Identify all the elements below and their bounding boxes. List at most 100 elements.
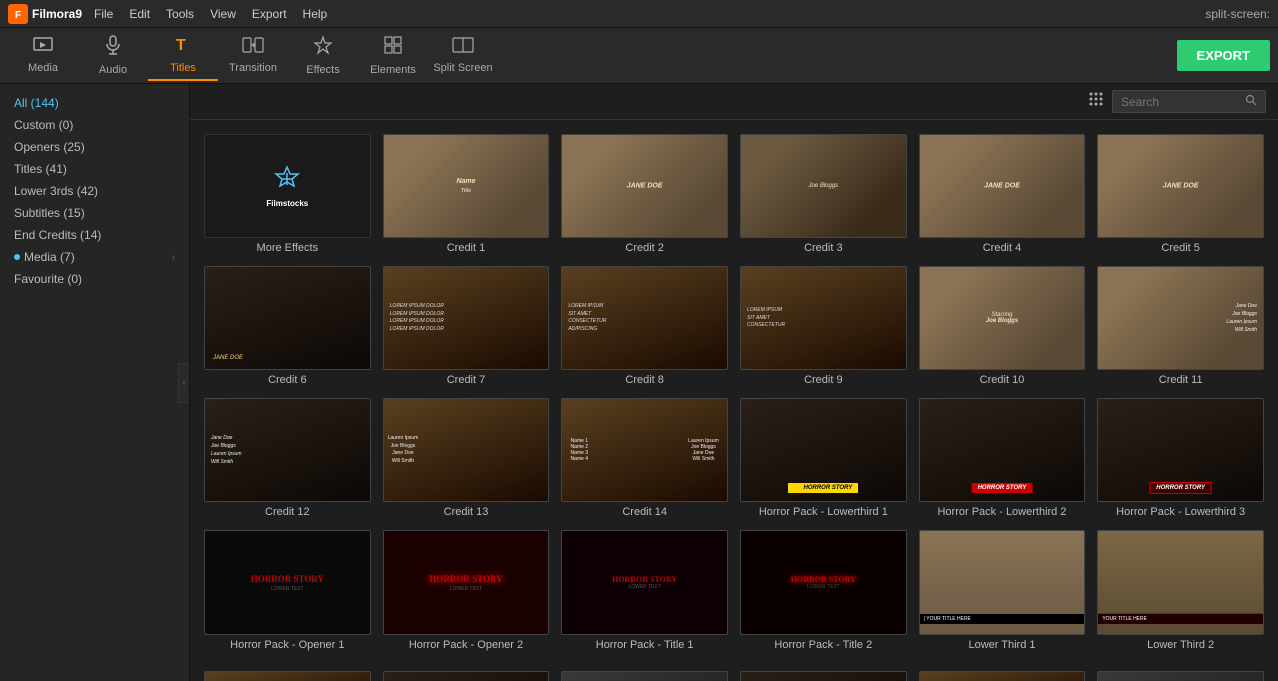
menu-file[interactable]: File bbox=[94, 7, 113, 21]
menu-help[interactable]: Help bbox=[303, 7, 328, 21]
grid-item-bottom-2[interactable] bbox=[377, 665, 556, 681]
grid-view-button[interactable] bbox=[1088, 91, 1104, 112]
horror-title-1-label: Horror Pack - Title 1 bbox=[561, 639, 728, 651]
credit-3-overlay: Joe Bloggs bbox=[808, 183, 838, 189]
toolbar-split-screen-label: Split Screen bbox=[433, 62, 492, 74]
sidebar-label-favourite: Favourite (0) bbox=[14, 272, 82, 286]
credit-8-label: Credit 8 bbox=[561, 374, 728, 386]
credit-13-thumb: Lauren IpsumJoe BloggsJane DoeWill Smith bbox=[383, 398, 550, 502]
grid-item-horror-opener-1[interactable]: HORROR STORY LOWER TEXT Horror Pack - Op… bbox=[198, 524, 377, 656]
grid-item-horror-opener-2[interactable]: HORROR STORY LOWER TEXT Horror Pack - Op… bbox=[377, 524, 556, 656]
menu-view[interactable]: View bbox=[210, 7, 236, 21]
menu-tools[interactable]: Tools bbox=[166, 7, 194, 21]
sidebar-item-lower3rds[interactable]: Lower 3rds (42) bbox=[0, 180, 189, 202]
logo-icon: F bbox=[8, 4, 28, 24]
toolbar-titles[interactable]: T Titles bbox=[148, 31, 218, 81]
split-screen-icon bbox=[452, 37, 474, 58]
grid-item-credit-9[interactable]: LOREM IPSUMSIT AMETCONSECTETUR Credit 9 bbox=[734, 260, 913, 392]
grid-item-lower-third-2[interactable]: YOUR TITLE HERE Lower Third 2 bbox=[1091, 524, 1270, 656]
app-name: Filmora9 bbox=[32, 7, 82, 21]
sidebar-label-all: All (144) bbox=[14, 96, 59, 110]
grid-item-credit-1[interactable]: NameTitle Credit 1 bbox=[377, 128, 556, 260]
toolbar-elements-label: Elements bbox=[370, 64, 416, 76]
sidebar-item-favourite[interactable]: Favourite (0) bbox=[0, 268, 189, 290]
lower-third-1-bar: | YOUR TITLE HERE bbox=[920, 614, 1085, 624]
grid-item-more-effects[interactable]: Filmstocks More Effects bbox=[198, 128, 377, 260]
horror-low-1-label: Horror Pack - Lowerthird 1 bbox=[740, 506, 907, 518]
bottom-1-thumb bbox=[204, 671, 371, 681]
sidebar-collapse-arrow[interactable]: ‹ bbox=[178, 363, 190, 403]
sidebar-item-media[interactable]: Media (7) › bbox=[0, 246, 189, 268]
grid-item-horror-low-1[interactable]: ⚡ HORROR STORY Horror Pack - Lowerthird … bbox=[734, 392, 913, 524]
menu-edit[interactable]: Edit bbox=[129, 7, 150, 21]
content-grid: Filmstocks More Effects NameTitle Credit… bbox=[190, 120, 1278, 665]
horror-low-2-overlay: HORROR STORY bbox=[972, 484, 1033, 491]
export-button[interactable]: EXPORT bbox=[1177, 40, 1270, 71]
app-logo: F Filmora9 bbox=[8, 4, 82, 24]
toolbar-media[interactable]: Media bbox=[8, 31, 78, 81]
grid-item-bottom-6[interactable] bbox=[1091, 665, 1270, 681]
menu-export[interactable]: Export bbox=[252, 7, 287, 21]
grid-item-lower-third-1[interactable]: | YOUR TITLE HERE Lower Third 1 bbox=[913, 524, 1092, 656]
grid-item-credit-14[interactable]: Name 1Name 2Name 3Name 4 Lauren IpsumJoe… bbox=[555, 392, 734, 524]
grid-item-credit-5[interactable]: JANE DOE Credit 5 bbox=[1091, 128, 1270, 260]
sidebar-item-custom[interactable]: Custom (0) bbox=[0, 114, 189, 136]
toolbar-audio[interactable]: Audio bbox=[78, 31, 148, 81]
sidebar-item-openers[interactable]: Openers (25) bbox=[0, 136, 189, 158]
grid-item-horror-title-1[interactable]: HORROR STORY LOWER TEXT Horror Pack - Ti… bbox=[555, 524, 734, 656]
grid-item-horror-title-2[interactable]: HORROR STORY LOWER TEXT Horror Pack - Ti… bbox=[734, 524, 913, 656]
sidebar-label-end-credits: End Credits (14) bbox=[14, 228, 101, 242]
credit-6-thumb: JANE DOE bbox=[204, 266, 371, 370]
sidebar-item-titles[interactable]: Titles (41) bbox=[0, 158, 189, 180]
more-effects-label: More Effects bbox=[204, 242, 371, 254]
bottom-5-thumb bbox=[919, 671, 1086, 681]
sidebar-label-custom: Custom (0) bbox=[14, 118, 73, 132]
sidebar-item-subtitles[interactable]: Subtitles (15) bbox=[0, 202, 189, 224]
bottom-3-thumb bbox=[561, 671, 728, 681]
grid-item-credit-8[interactable]: LOREM IPSUMSIT AMETCONSECTETURADIPISCING… bbox=[555, 260, 734, 392]
grid-item-credit-6[interactable]: JANE DOE Credit 6 bbox=[198, 260, 377, 392]
grid-item-credit-11[interactable]: Jane DoeJoe BloggsLauren IpsumWill Smith… bbox=[1091, 260, 1270, 392]
credit-9-thumb: LOREM IPSUMSIT AMETCONSECTETUR bbox=[740, 266, 907, 370]
toolbar-transition[interactable]: Transition bbox=[218, 31, 288, 81]
grid-item-credit-7[interactable]: LOREM IPSUM DOLORLOREM IPSUM DOLORLOREM … bbox=[377, 260, 556, 392]
horror-opener-2-content: HORROR STORY LOWER TEXT bbox=[429, 574, 502, 592]
chevron-right-icon: › bbox=[172, 252, 175, 263]
toolbar-effects-label: Effects bbox=[306, 64, 339, 76]
grid-item-horror-low-3[interactable]: HORROR STORY Horror Pack - Lowerthird 3 bbox=[1091, 392, 1270, 524]
toolbar-transition-label: Transition bbox=[229, 62, 277, 74]
grid-item-horror-low-2[interactable]: HORROR STORY Horror Pack - Lowerthird 2 bbox=[913, 392, 1092, 524]
credit-1-thumb: NameTitle bbox=[383, 134, 550, 238]
credit-9-label: Credit 9 bbox=[740, 374, 907, 386]
credit-14-names: Name 1Name 2Name 3Name 4 bbox=[571, 438, 589, 462]
grid-item-credit-3[interactable]: Joe Bloggs Credit 3 bbox=[734, 128, 913, 260]
grid-item-bottom-5[interactable] bbox=[913, 665, 1092, 681]
search-input[interactable] bbox=[1121, 95, 1241, 109]
search-icon bbox=[1245, 94, 1257, 109]
credit-8-thumb: LOREM IPSUMSIT AMETCONSECTETURADIPISCING bbox=[561, 266, 728, 370]
toolbar-effects[interactable]: Effects bbox=[288, 31, 358, 81]
credit-1-label: Credit 1 bbox=[383, 242, 550, 254]
lower-third-2-bar: YOUR TITLE HERE bbox=[1098, 613, 1263, 624]
grid-item-credit-13[interactable]: Lauren IpsumJoe BloggsJane DoeWill Smith… bbox=[377, 392, 556, 524]
toolbar-elements[interactable]: Elements bbox=[358, 31, 428, 81]
search-box bbox=[1112, 90, 1266, 113]
grid-item-credit-10[interactable]: StarringJoe Bloggs Credit 10 bbox=[913, 260, 1092, 392]
grid-item-credit-4[interactable]: JANE DOE Credit 4 bbox=[913, 128, 1092, 260]
grid-item-credit-2[interactable]: JANE DOE Credit 2 bbox=[555, 128, 734, 260]
sidebar-label-subtitles: Subtitles (15) bbox=[14, 206, 85, 220]
toolbar-split-screen[interactable]: Split Screen bbox=[428, 31, 498, 81]
bottom-4-thumb bbox=[740, 671, 907, 681]
sidebar-item-end-credits[interactable]: End Credits (14) bbox=[0, 224, 189, 246]
grid-item-credit-12[interactable]: Jane DoeJoe BloggsLauren IpsumWill Smith… bbox=[198, 392, 377, 524]
horror-low-1-thumb: ⚡ HORROR STORY bbox=[740, 398, 907, 502]
sidebar-item-all[interactable]: All (144) bbox=[0, 92, 189, 114]
horror-opener-1-label: Horror Pack - Opener 1 bbox=[204, 639, 371, 651]
grid-item-bottom-1[interactable] bbox=[198, 665, 377, 681]
grid-item-bottom-4[interactable] bbox=[734, 665, 913, 681]
credit-5-overlay: JANE DOE bbox=[1163, 183, 1199, 190]
credit-14-thumb: Name 1Name 2Name 3Name 4 Lauren IpsumJoe… bbox=[561, 398, 728, 502]
grid-item-bottom-3[interactable] bbox=[555, 665, 734, 681]
menu-items: File Edit Tools View Export Help bbox=[94, 7, 327, 21]
credit-1-overlay: NameTitle bbox=[456, 177, 475, 195]
